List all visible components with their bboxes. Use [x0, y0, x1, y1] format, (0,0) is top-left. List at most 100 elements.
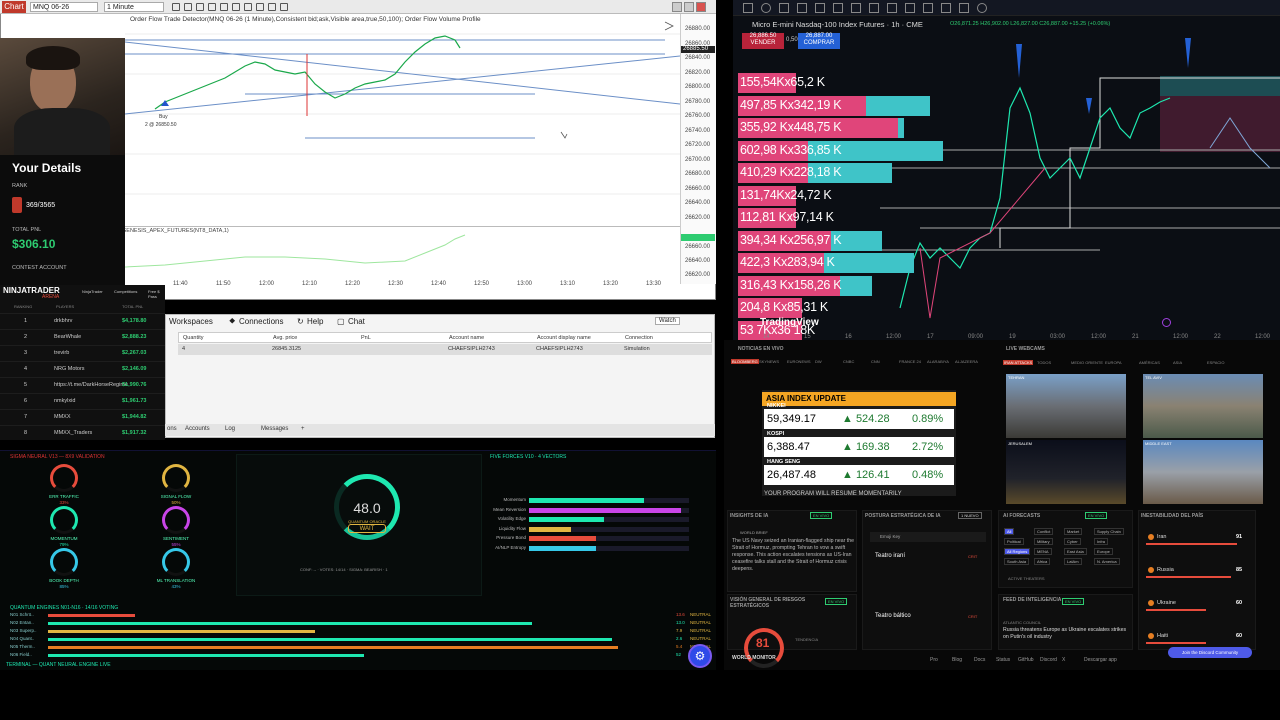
- eraser-icon[interactable]: [905, 3, 915, 13]
- menu-help[interactable]: Help: [307, 317, 323, 326]
- footer-link[interactable]: Descargar app: [1084, 657, 1117, 663]
- close-button[interactable]: [696, 2, 706, 12]
- footer-link[interactable]: Pro: [930, 657, 938, 663]
- forecast-tag[interactable]: Africa: [1034, 558, 1051, 565]
- forecast-tag[interactable]: Market: [1064, 528, 1083, 535]
- leader-tab-3[interactable]: Free $ Pass: [148, 289, 165, 299]
- positions-row[interactable]: 4 26845.3125 CHAEFSIPLH2743 CHAEFSIPLH2743 S…: [178, 344, 712, 355]
- posture-item-2[interactable]: Teatro báltico: [875, 613, 911, 620]
- trendline-icon[interactable]: [797, 3, 807, 13]
- tab-accounts[interactable]: Accounts: [185, 426, 210, 432]
- footer-link[interactable]: Status: [996, 657, 1010, 663]
- forecast-tag[interactable]: All Regions: [1004, 548, 1031, 555]
- menu-connections[interactable]: Connections: [239, 317, 283, 326]
- crosshair-icon[interactable]: [220, 3, 228, 11]
- leader-tab-2[interactable]: Competitions: [114, 289, 137, 294]
- zoom-in-icon[interactable]: [196, 3, 204, 11]
- minimize-button[interactable]: [672, 2, 682, 12]
- forecast-tag[interactable]: MENA: [1034, 548, 1052, 555]
- webcam-tel-aviv[interactable]: TEL AVIV: [1143, 374, 1263, 438]
- cams-tab[interactable]: IRAN ATTACKS: [1003, 360, 1034, 365]
- indicator-icon[interactable]: [256, 3, 264, 11]
- leaderboard-row[interactable]: 8 MMXX_Traders $1,917.32: [0, 425, 165, 441]
- properties-icon[interactable]: [268, 3, 276, 11]
- watch-button[interactable]: Watch: [655, 317, 680, 325]
- lock-icon[interactable]: [941, 3, 951, 13]
- news-tab[interactable]: BLOOMBERG: [731, 359, 759, 364]
- cams-tab[interactable]: TODOS: [1037, 360, 1051, 365]
- news-tab[interactable]: ALJAZEERA: [955, 359, 978, 364]
- forecast-tag[interactable]: Conflict: [1034, 528, 1054, 535]
- posture-user[interactable]: Emoji Key: [870, 532, 986, 542]
- news-tab[interactable]: CNBC: [843, 359, 854, 364]
- cursor-icon[interactable]: [761, 3, 771, 13]
- cams-tab[interactable]: AMÉRICAS: [1139, 360, 1160, 365]
- maximize-button[interactable]: [684, 2, 694, 12]
- leaderboard-row[interactable]: 5 https://t.me/DarkHorseRegime $1,990.76: [0, 377, 165, 393]
- cams-tab[interactable]: EUROPA: [1105, 360, 1122, 365]
- crosshair-icon[interactable]: [779, 3, 789, 13]
- forecast-tag[interactable]: Military: [1034, 538, 1053, 545]
- cursor-icon[interactable]: [232, 3, 240, 11]
- posture-item-1[interactable]: Teatro iraní: [875, 553, 905, 560]
- footer-link[interactable]: X: [1062, 657, 1065, 663]
- text-icon[interactable]: [887, 3, 897, 13]
- leaderboard-row[interactable]: 3 trevirb $2,267.03: [0, 345, 165, 361]
- forecast-tag[interactable]: Political: [1004, 538, 1024, 545]
- country-name[interactable]: Ukraine: [1157, 600, 1176, 606]
- footer-link[interactable]: Docs: [974, 657, 985, 663]
- zoom-out-icon[interactable]: [208, 3, 216, 11]
- strategy-icon[interactable]: [244, 3, 252, 11]
- leader-tab-1[interactable]: NinjaTrader: [82, 289, 103, 294]
- country-name[interactable]: Haiti: [1157, 633, 1168, 639]
- leaderboard-row[interactable]: 7 MMXX $1,944.82: [0, 409, 165, 425]
- forecast-tag[interactable]: East Asia: [1064, 548, 1087, 555]
- forecast-tag[interactable]: Europe: [1094, 548, 1113, 555]
- leaderboard-row[interactable]: 2 BearWhale $2,888.23: [0, 329, 165, 345]
- sell-button[interactable]: 26,886.50 VENDER: [742, 33, 784, 49]
- tv-settings-icon[interactable]: [1162, 318, 1171, 327]
- settings-icon[interactable]: [977, 3, 987, 13]
- magnet-icon[interactable]: [923, 3, 933, 13]
- footer-link[interactable]: GitHub: [1018, 657, 1034, 663]
- news-tab[interactable]: CNN: [871, 359, 880, 364]
- ruler-icon[interactable]: [851, 3, 861, 13]
- forecast-tag[interactable]: Cyber: [1064, 538, 1081, 545]
- country-name[interactable]: Russia: [1157, 567, 1174, 573]
- leaderboard-row[interactable]: 4 NRG Motors $2,146.09: [0, 361, 165, 377]
- tab-positions[interactable]: ons: [167, 426, 177, 432]
- chart-badge[interactable]: Chart: [2, 1, 26, 13]
- forecast-tag[interactable]: Infra: [1094, 538, 1109, 545]
- country-name[interactable]: Iran: [1157, 534, 1166, 540]
- news-tab[interactable]: SKYNEWS: [759, 359, 779, 364]
- forecast-tag[interactable]: N. America: [1094, 558, 1120, 565]
- news-tab[interactable]: DW: [815, 359, 822, 364]
- bars-icon[interactable]: [172, 3, 180, 11]
- news-tab[interactable]: EURONEWS: [787, 359, 811, 364]
- webcam-jerusalem[interactable]: JERUSALEM: [1006, 440, 1126, 504]
- menu-chat[interactable]: Chat: [348, 317, 365, 326]
- tab-log[interactable]: Log: [225, 426, 235, 432]
- news-tab[interactable]: FRANCE 24: [899, 359, 921, 364]
- leaderboard-row[interactable]: 6 nmkylxid $1,961.73: [0, 393, 165, 409]
- template-icon[interactable]: [280, 3, 288, 11]
- footer-link[interactable]: Blog: [952, 657, 962, 663]
- webcam-tehran[interactable]: TEHRAN: [1006, 374, 1126, 438]
- cams-tab[interactable]: ESPACIO: [1207, 360, 1225, 365]
- tab-messages[interactable]: Messages: [261, 426, 288, 432]
- discord-button[interactable]: Join the Discord Community: [1168, 647, 1252, 658]
- leaderboard-row[interactable]: 1 drkbhrv $4,178.80: [0, 313, 165, 329]
- rect-icon[interactable]: [869, 3, 879, 13]
- forecast-tag[interactable]: South Asia: [1004, 558, 1030, 565]
- buy-button[interactable]: 26,887.00 COMPRAR: [798, 33, 840, 49]
- instrument-select[interactable]: MNQ 06-26: [30, 2, 98, 12]
- forecast-tag[interactable]: All: [1004, 528, 1015, 535]
- forecast-tag[interactable]: Supply Chain: [1094, 528, 1124, 535]
- menu-workspaces[interactable]: Workspaces: [169, 317, 213, 326]
- cams-tab[interactable]: ASIA: [1173, 360, 1182, 365]
- interval-select[interactable]: 1 Minute: [104, 2, 164, 12]
- tool-icon[interactable]: [959, 3, 969, 13]
- forecast-tag[interactable]: LatAm: [1064, 558, 1082, 565]
- news-tab[interactable]: ALARABIYA: [927, 359, 949, 364]
- brush-icon[interactable]: [833, 3, 843, 13]
